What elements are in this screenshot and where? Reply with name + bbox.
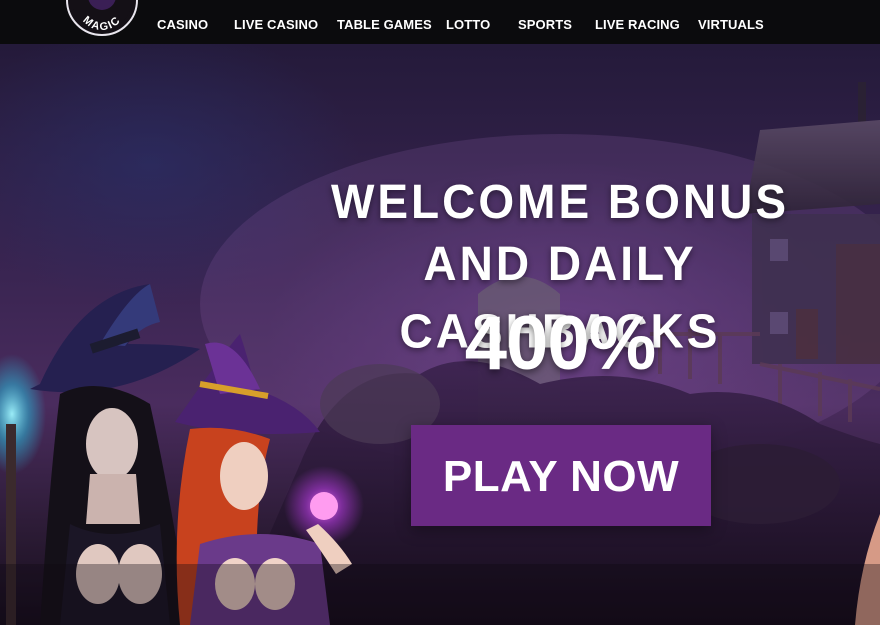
nav-item-virtuals[interactable]: VIRTUALS <box>698 17 764 32</box>
hero-banner: WELCOME BONUS AND DAILY CASHBACKS 400% P… <box>0 44 880 625</box>
headline-line-welcome-bonus: WELCOME BONUS <box>330 174 790 229</box>
nav-item-lotto[interactable]: LOTTO <box>446 17 490 32</box>
site-logo[interactable]: MAGIC <box>66 0 138 36</box>
nav-item-table-games[interactable]: TABLE GAMES <box>337 17 432 32</box>
bonus-percentage: 400% <box>464 301 656 386</box>
casino-landing-page: MAGIC CASINO LIVE CASINO TABLE GAMES LOT… <box>0 0 880 625</box>
nav-item-sports[interactable]: SPORTS <box>518 17 572 32</box>
play-now-button[interactable]: PLAY NOW <box>411 425 711 526</box>
nav-item-live-casino[interactable]: LIVE CASINO <box>234 17 318 32</box>
nav-item-live-racing[interactable]: LIVE RACING <box>595 17 680 32</box>
top-navigation-bar: MAGIC CASINO LIVE CASINO TABLE GAMES LOT… <box>0 0 880 44</box>
nav-item-casino[interactable]: CASINO <box>157 17 208 32</box>
logo-emblem-icon: MAGIC <box>72 0 132 33</box>
